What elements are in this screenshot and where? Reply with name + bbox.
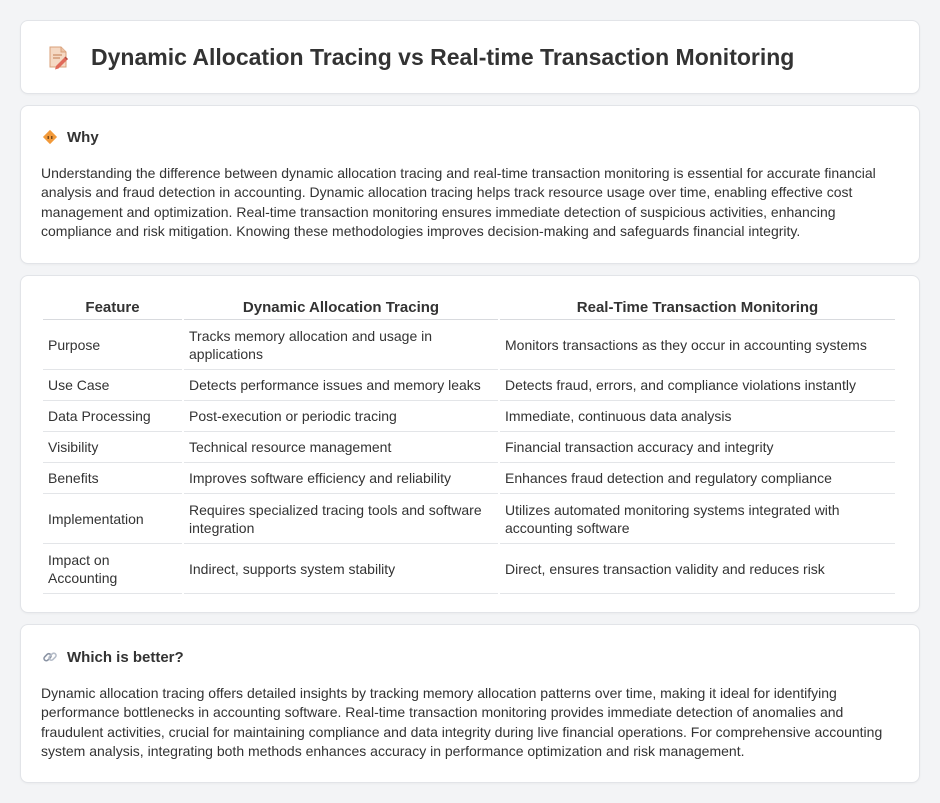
table-row: Visibility Technical resource management… [43, 432, 895, 463]
dynamic-cell: Detects performance issues and memory le… [184, 370, 498, 401]
header-card: Dynamic Allocation Tracing vs Real-time … [20, 20, 920, 94]
column-header-feature: Feature [43, 296, 182, 320]
feature-cell: Purpose [43, 320, 182, 370]
realtime-cell: Detects fraud, errors, and compliance vi… [500, 370, 895, 401]
realtime-cell: Monitors transactions as they occur in a… [500, 320, 895, 370]
table-row: Data Processing Post-execution or period… [43, 401, 895, 432]
comparison-card: Feature Dynamic Allocation Tracing Real-… [20, 275, 920, 613]
feature-cell: Use Case [43, 370, 182, 401]
dynamic-cell: Post-execution or periodic tracing [184, 401, 498, 432]
why-heading: Why [41, 128, 899, 146]
feature-cell: Benefits [43, 463, 182, 494]
realtime-cell: Utilizes automated monitoring systems in… [500, 494, 895, 544]
link-icon [41, 648, 59, 666]
realtime-cell: Enhances fraud detection and regulatory … [500, 463, 895, 494]
table-row: Implementation Requires specialized trac… [43, 494, 895, 544]
table-row: Impact on Accounting Indirect, supports … [43, 544, 895, 594]
realtime-cell: Immediate, continuous data analysis [500, 401, 895, 432]
why-section: Why Understanding the difference between… [20, 105, 920, 264]
feature-cell: Implementation [43, 494, 182, 544]
dynamic-cell: Tracks memory allocation and usage in ap… [184, 320, 498, 370]
better-heading-label: Which is better? [67, 648, 184, 666]
diamond-icon [41, 128, 59, 146]
realtime-cell: Direct, ensures transaction validity and… [500, 544, 895, 594]
comparison-table: Feature Dynamic Allocation Tracing Real-… [41, 296, 897, 594]
why-text: Understanding the difference between dyn… [41, 165, 876, 239]
dynamic-cell: Technical resource management [184, 432, 498, 463]
table-row: Use Case Detects performance issues and … [43, 370, 895, 401]
column-header-dynamic: Dynamic Allocation Tracing [184, 296, 498, 320]
dynamic-cell: Improves software efficiency and reliabi… [184, 463, 498, 494]
table-row: Benefits Improves software efficiency an… [43, 463, 895, 494]
dynamic-cell: Indirect, supports system stability [184, 544, 498, 594]
realtime-cell: Financial transaction accuracy and integ… [500, 432, 895, 463]
better-heading: Which is better? [41, 648, 899, 666]
column-header-realtime: Real-Time Transaction Monitoring [500, 296, 895, 320]
which-better-section: Which is better? Dynamic allocation trac… [20, 624, 920, 783]
better-text: Dynamic allocation tracing offers detail… [41, 685, 883, 759]
dynamic-cell: Requires specialized tracing tools and s… [184, 494, 498, 544]
table-header-row: Feature Dynamic Allocation Tracing Real-… [43, 296, 895, 320]
page-title: Dynamic Allocation Tracing vs Real-time … [91, 43, 795, 70]
feature-cell: Data Processing [43, 401, 182, 432]
feature-cell: Impact on Accounting [43, 544, 182, 594]
table-row: Purpose Tracks memory allocation and usa… [43, 320, 895, 370]
document-pencil-icon [45, 44, 71, 70]
feature-cell: Visibility [43, 432, 182, 463]
why-heading-label: Why [67, 128, 99, 146]
